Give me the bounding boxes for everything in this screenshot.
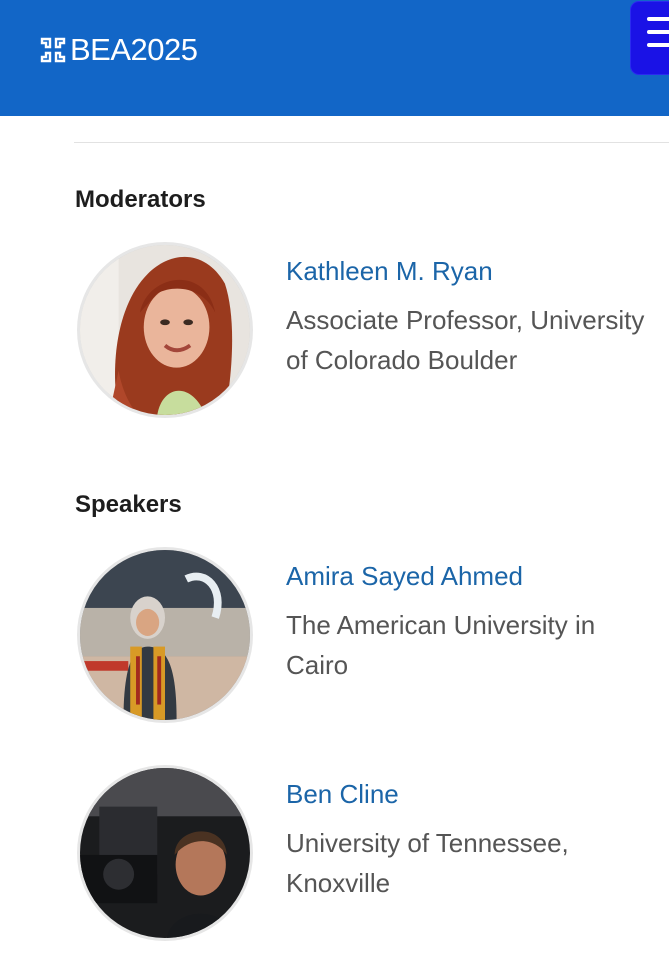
avatar[interactable]: [77, 242, 253, 418]
person-name-link[interactable]: Amira Sayed Ahmed: [286, 561, 523, 592]
person-name-link[interactable]: Kathleen M. Ryan: [286, 256, 493, 287]
speaker-card: Amira Sayed Ahmed The American Universit…: [77, 547, 669, 727]
moderators-heading: Moderators: [75, 186, 206, 213]
site-logo[interactable]: BEA2025: [38, 33, 198, 67]
hamburger-menu-icon-bar: [647, 43, 669, 47]
content-divider: [74, 142, 669, 143]
hamburger-menu-icon: [647, 17, 669, 21]
avatar[interactable]: [77, 765, 253, 941]
person-affiliation: The American University in Cairo: [286, 610, 596, 680]
menu-button[interactable]: [631, 2, 669, 74]
person-affiliation: Associate Professor, University of Color…: [286, 305, 645, 375]
person-name-link[interactable]: Ben Cline: [286, 779, 399, 810]
hamburger-menu-icon-bar: [647, 30, 669, 34]
brand-name: BEA2025: [70, 32, 198, 67]
person-affiliation: University of Tennessee, Knoxville: [286, 828, 569, 898]
speakers-heading: Speakers: [75, 491, 182, 518]
site-header: BEA2025: [0, 0, 669, 116]
moderator-card: Kathleen M. Ryan Associate Professor, Un…: [77, 242, 669, 422]
avatar[interactable]: [77, 547, 253, 723]
speaker-card: Ben Cline University of Tennessee, Knoxv…: [77, 765, 669, 945]
bea-logo-icon: [40, 37, 66, 63]
